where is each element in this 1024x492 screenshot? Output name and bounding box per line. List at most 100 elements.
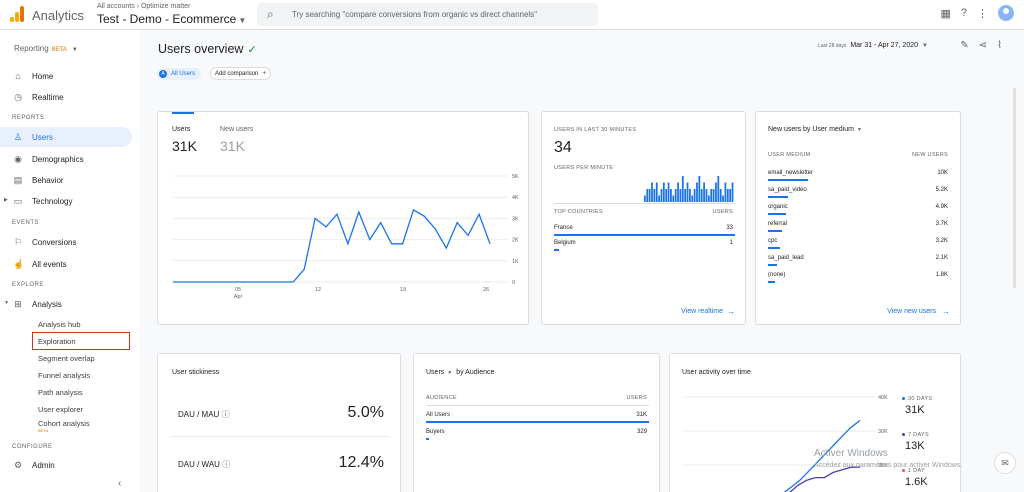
section-label-configure: CONFIGURE: [12, 444, 53, 450]
property-name: Test - Demo - Ecommerce: [97, 12, 237, 26]
medium-bar: [768, 281, 776, 283]
realtime-title: USERS IN LAST 30 MINUTES: [554, 127, 637, 133]
home-icon: ⌂: [15, 71, 21, 81]
users-header: USERS: [626, 395, 647, 401]
metric-selector[interactable]: Users: [426, 369, 444, 376]
property-selector[interactable]: Test - Demo - Ecommerce ▼: [97, 12, 246, 26]
chevron-down-icon: ▼: [922, 43, 928, 49]
expand-arrow-icon: ▼: [4, 300, 9, 306]
sidebar-item-all-events[interactable]: ☝ All events: [0, 254, 132, 274]
sidebar-subitem-exploration[interactable]: Exploration: [32, 332, 130, 350]
per-minute-bar: [726, 189, 729, 202]
medium-card-title-text: New users by User medium: [768, 126, 854, 133]
view-realtime-link[interactable]: View realtime: [681, 308, 723, 315]
per-minute-bar: [707, 195, 710, 202]
users-per-minute-label: USERS PER MINUTE: [554, 165, 614, 171]
account-breadcrumb[interactable]: All accounts › Optimize matter: [97, 3, 190, 10]
per-minute-bar: [712, 189, 715, 202]
share-icon[interactable]: ⋖: [979, 40, 987, 51]
medium-value: 10K: [937, 170, 948, 176]
insights-icon[interactable]: ⌇: [997, 40, 1002, 51]
button-label: Add comparison: [215, 70, 259, 77]
per-minute-bar: [667, 182, 670, 202]
sidebar-item-label: Admin: [32, 461, 55, 470]
country-bar: [554, 249, 559, 251]
per-minute-bar: [648, 189, 651, 202]
date-range-selector[interactable]: Last 28 days Mar 31 - Apr 27, 2020 ▼: [818, 42, 928, 49]
sidebar-item-behavior[interactable]: ▤ Behavior: [0, 170, 132, 190]
expand-arrow-icon: ▶: [4, 197, 8, 203]
apps-grid-icon[interactable]: ▦: [940, 7, 950, 20]
chevron-down-icon[interactable]: ▼: [447, 370, 452, 376]
per-minute-bar: [665, 189, 668, 202]
per-minute-bar: [653, 189, 656, 202]
sidebar-subitem-user-explorer[interactable]: User explorer: [38, 405, 83, 414]
sidebar-item-label: All events: [32, 260, 67, 269]
medium-name: sa_paid_video: [768, 187, 807, 193]
user-medium-header: USER MEDIUM: [768, 152, 811, 158]
sidebar-item-admin[interactable]: ⚙ Admin: [0, 455, 132, 475]
edit-report-icon[interactable]: ✎: [960, 40, 968, 51]
analytics-logo-icon[interactable]: [10, 6, 24, 22]
tab-new-users[interactable]: New users: [220, 126, 253, 133]
sidebar-item-home[interactable]: ⌂ Home: [0, 66, 132, 86]
divider: [554, 203, 735, 204]
comparison-chip-all-users[interactable]: A All Users: [157, 68, 202, 80]
flag-icon: ⚐: [13, 237, 23, 247]
dau-wau-label: DAU / WAU ⓘ: [178, 459, 230, 470]
chevron-down-icon: ▼: [856, 127, 862, 133]
new-users-header: NEW USERS: [911, 152, 948, 158]
sidebar-item-demographics[interactable]: ◉ Demographics: [0, 149, 132, 169]
sidebar-item-technology[interactable]: ▶ ▭ Technology: [0, 191, 132, 211]
sidebar-subitem-path-analysis[interactable]: Path analysis: [38, 388, 83, 397]
per-minute-bar: [693, 189, 696, 202]
sidebar-subitem-funnel-analysis[interactable]: Funnel analysis: [38, 371, 90, 380]
sidebar-item-label: Conversions: [32, 238, 77, 247]
legend-dot: [902, 469, 905, 473]
feedback-icon[interactable]: ✉: [994, 452, 1016, 474]
per-minute-bar: [651, 182, 653, 202]
per-minute-bar: [646, 189, 649, 202]
country-name: Belgium: [554, 240, 576, 246]
active-tab-indicator: [172, 112, 194, 114]
view-new-users-link[interactable]: View new users: [887, 308, 936, 315]
search-box[interactable]: ⌕ Try searching "compare conversions fro…: [257, 3, 598, 26]
sidebar-subitem-cohort-analysis[interactable]: Cohort analysis: [38, 419, 90, 428]
audience-users: 31K: [636, 412, 647, 418]
audience-header: AUDIENCE: [426, 395, 457, 401]
medium-value: 5.2K: [935, 187, 948, 193]
sidebar-subitem-segment-overlap[interactable]: Segment overlap: [38, 354, 95, 363]
medium-name: cpc: [768, 238, 778, 244]
tab-users[interactable]: Users: [172, 126, 190, 133]
reporting-selector[interactable]: Reporting BETA ▼: [14, 44, 78, 53]
scrollbar[interactable]: [1013, 88, 1016, 288]
sidebar-item-realtime[interactable]: ◷ Realtime: [0, 87, 132, 107]
more-vert-icon[interactable]: ⋮: [977, 7, 988, 20]
arrow-right-icon[interactable]: →: [942, 307, 950, 316]
medium-name: (none): [768, 272, 786, 278]
per-minute-bar: [679, 189, 682, 202]
sidebar-item-conversions[interactable]: ⚐ Conversions: [0, 232, 132, 252]
medium-value: 4.9K: [935, 204, 948, 210]
info-icon[interactable]: ⓘ: [222, 460, 230, 469]
sidebar-item-users[interactable]: ♙ Users: [0, 127, 132, 147]
behavior-icon: ▤: [13, 175, 23, 185]
add-comparison-button[interactable]: Add comparison +: [210, 67, 272, 80]
info-icon[interactable]: ⓘ: [222, 410, 230, 419]
sidebar-item-label: Demographics: [32, 155, 84, 164]
help-icon[interactable]: ?: [961, 7, 967, 19]
sidebar-item-label: Home: [32, 72, 54, 81]
arrow-right-icon[interactable]: →: [727, 307, 735, 316]
avatar[interactable]: [998, 5, 1014, 21]
collapse-sidebar-icon[interactable]: ‹: [118, 478, 121, 489]
per-minute-bar: [722, 195, 724, 202]
touch-icon: ☝: [13, 259, 25, 269]
sidebar-subitem-analysis-hub[interactable]: Analysis hub: [38, 320, 81, 329]
new-users-value: 31K: [220, 138, 245, 154]
medium-name: email_newsletter: [768, 170, 814, 176]
user-stickiness-card: User stickiness DAU / MAU ⓘ 5.0% DAU / W…: [157, 353, 401, 492]
sidebar-item-analysis[interactable]: ▼ ⊞ Analysis: [0, 294, 132, 314]
per-minute-bar: [689, 189, 691, 202]
chip-label: All Users: [171, 71, 196, 77]
medium-card-title[interactable]: New users by User medium ▼: [768, 126, 862, 133]
